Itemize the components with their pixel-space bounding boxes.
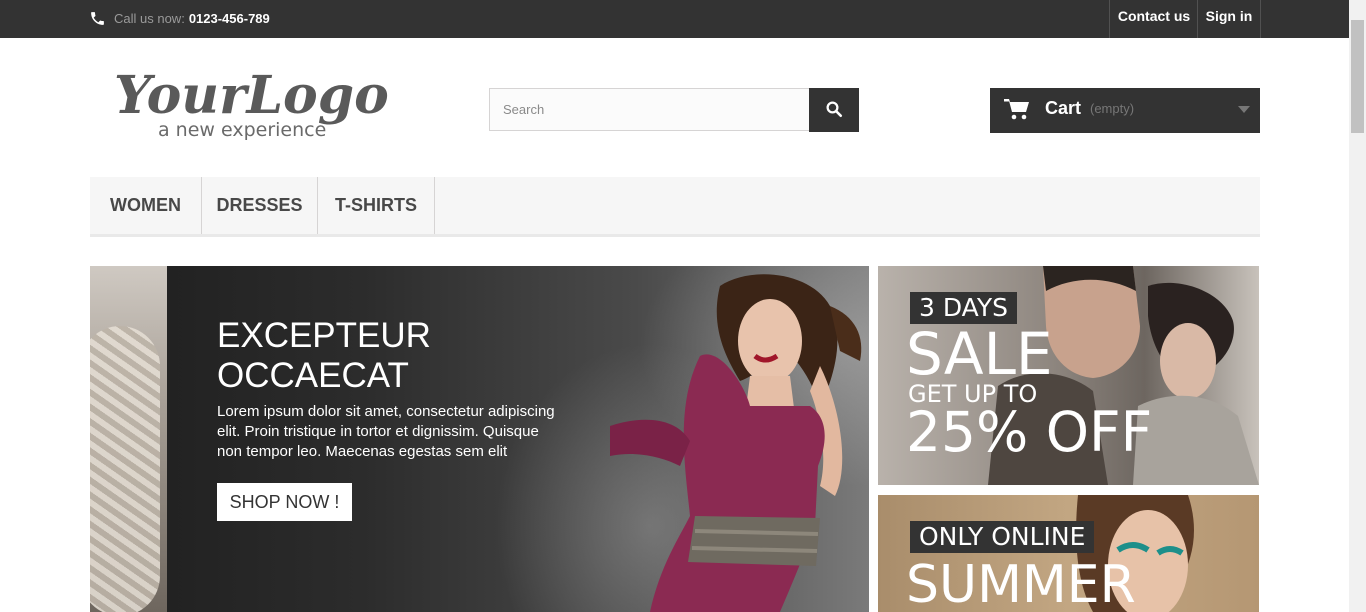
scrollbar-thumb[interactable] bbox=[1351, 20, 1364, 133]
contact-us-link[interactable]: Contact us bbox=[1109, 0, 1198, 38]
slide-text: Lorem ipsum dolor sit amet, consectetur … bbox=[217, 403, 555, 460]
cart-button[interactable]: Cart (empty) bbox=[990, 88, 1260, 133]
cart-status: (empty) bbox=[1090, 101, 1135, 116]
phone-icon bbox=[89, 10, 106, 27]
cart-icon bbox=[1004, 97, 1030, 126]
menu-item-dresses[interactable]: DRESSES bbox=[202, 177, 318, 234]
menu-item-women[interactable]: WOMEN bbox=[90, 177, 202, 234]
sign-in-link[interactable]: Sign in bbox=[1197, 0, 1261, 38]
cart-label: Cart bbox=[1045, 98, 1082, 118]
homepage-slider: EXCEPTEUR OCCAECAT Lorem ipsum dolor sit… bbox=[90, 266, 869, 612]
shop-now-button[interactable]: SHOP NOW ! bbox=[217, 483, 352, 521]
banner-headline: SUMMER bbox=[906, 555, 1136, 612]
search-icon bbox=[825, 100, 843, 121]
sale-banner[interactable]: 3 DAYS SALE GET UP TO 25% OFF bbox=[878, 266, 1259, 485]
logo[interactable]: YourLogo a new experience bbox=[112, 58, 402, 148]
summer-banner[interactable]: ONLY ONLINE SUMMER bbox=[878, 495, 1259, 612]
banner-offer: 25% OFF bbox=[906, 400, 1153, 464]
menu-item-t-shirts[interactable]: T-SHIRTS bbox=[318, 177, 435, 234]
slide-title: EXCEPTEUR OCCAECAT bbox=[217, 316, 431, 395]
search-input[interactable] bbox=[489, 88, 809, 131]
banner-tag: ONLY ONLINE bbox=[910, 521, 1095, 553]
chevron-down-icon[interactable] bbox=[1238, 106, 1250, 113]
top-bar: Call us now: 0123-456-789 Contact us Sig… bbox=[0, 0, 1366, 38]
logo-tagline: a new experience bbox=[158, 119, 326, 141]
main-menu: WOMEN DRESSES T-SHIRTS bbox=[90, 177, 1260, 237]
banner-headline: SALE bbox=[906, 320, 1053, 388]
call-us-label: Call us now: bbox=[114, 10, 185, 26]
previous-slide-preview[interactable] bbox=[90, 266, 167, 612]
phone-number: 0123-456-789 bbox=[188, 10, 270, 26]
model-image bbox=[610, 274, 862, 612]
search-button[interactable] bbox=[809, 88, 859, 132]
logo-text: YourLogo bbox=[114, 65, 389, 126]
page-scrollbar[interactable] bbox=[1349, 0, 1366, 612]
call-us: Call us now: 0123-456-789 bbox=[89, 7, 270, 29]
